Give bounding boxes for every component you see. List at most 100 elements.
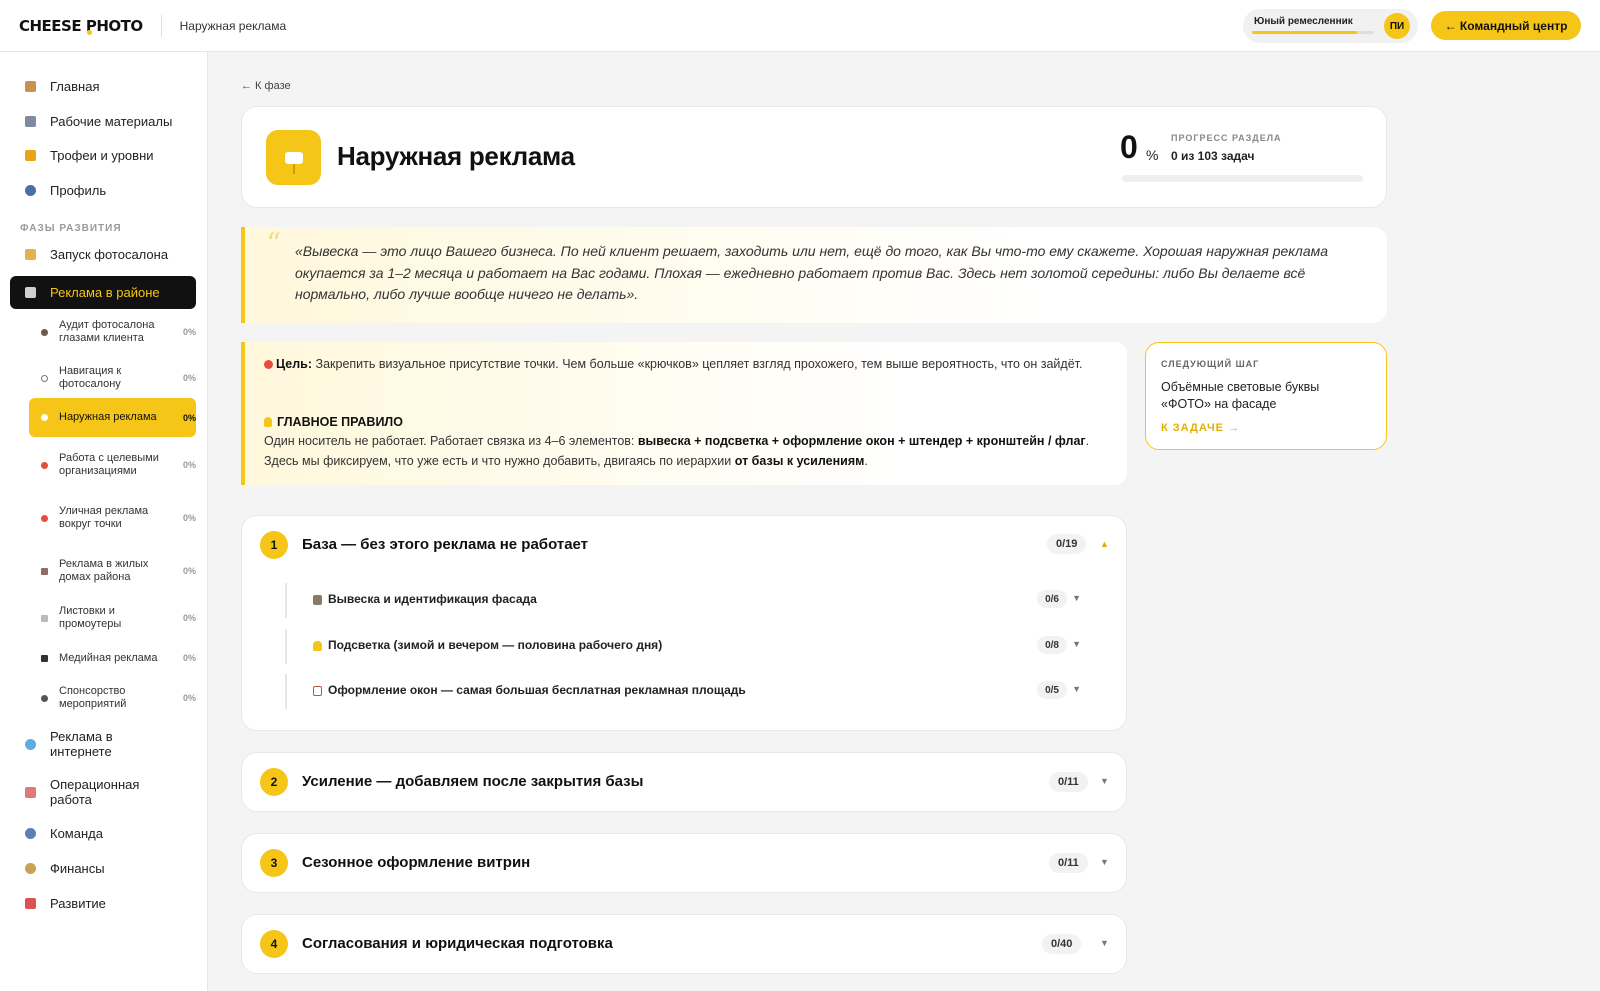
sub-item-flyers[interactable]: Листовки и промоутеры 0%: [29, 604, 196, 632]
next-step-label: СЛЕДУЮЩИЙ ШАГ: [1161, 359, 1260, 369]
rank-progress-bar: [1252, 31, 1374, 34]
sidebar-item-trophies[interactable]: Трофеи и уровни: [10, 145, 196, 165]
stage-title: Согласования и юридическая подготовка: [302, 935, 613, 952]
goal-card: Цель: Закрепить визуальное присутствие т…: [241, 342, 1127, 485]
go-to-task-link[interactable]: К ЗАДАЧЕ →: [1161, 422, 1240, 434]
avatar[interactable]: ПИ: [1384, 13, 1410, 39]
flag-icon: [10, 248, 50, 260]
stage-number: 2: [260, 768, 288, 796]
stage-count-badge: 0/11: [1049, 853, 1088, 873]
rank-pill[interactable]: Юный ремесленник ПИ: [1243, 9, 1418, 43]
chevron-down-icon[interactable]: ▼: [1100, 776, 1109, 786]
stage-title: Сезонное оформление витрин: [302, 854, 531, 871]
stage-number: 4: [260, 930, 288, 958]
sidebar-item-internet-ads[interactable]: Реклама в интернете: [10, 728, 196, 760]
sidebar-item-materials[interactable]: Рабочие материалы: [10, 111, 196, 131]
sub-item-audit[interactable]: Аудит фотосалона глазами клиента 0%: [29, 312, 196, 352]
eye-icon: [29, 328, 59, 336]
rank-name: Юный ремесленник: [1254, 16, 1353, 27]
sidebar-item-local-ads[interactable]: Реклама в районе: [10, 276, 196, 309]
page-title: Наружная реклама: [337, 141, 575, 171]
quote-mark-icon: “: [266, 227, 282, 262]
sidebar-item-development[interactable]: Развитие: [10, 893, 196, 913]
stage-subsection[interactable]: Подсветка (зимой и вечером — половина ра…: [285, 629, 1093, 664]
phases-section-label: ФАЗЫ РАЗВИТИЯ: [20, 223, 122, 234]
signpost-icon: [29, 414, 59, 421]
document-icon: [29, 614, 59, 622]
houses-icon: [29, 567, 59, 575]
stage-number: 3: [260, 849, 288, 877]
target-icon: [29, 461, 59, 469]
progress-count: 0 из 103 задач: [1171, 149, 1255, 163]
next-step-card[interactable]: СЛЕДУЮЩИЙ ШАГ Объёмные световые буквы «Ф…: [1145, 342, 1387, 450]
chevron-down-icon[interactable]: ▼: [1072, 684, 1081, 694]
sub-item-outdoor-ads[interactable]: Наружная реклама 0%: [29, 398, 196, 437]
quote-card: “ «Вывеска — это лицо Вашего бизнеса. По…: [241, 227, 1387, 323]
progress-percent-sign: %: [1146, 147, 1159, 163]
logo-dot: [87, 29, 92, 35]
subsection-count-badge: 0/6: [1037, 590, 1067, 608]
subsection-count-badge: 0/5: [1037, 681, 1067, 699]
progress-label: ПРОГРЕСС РАЗДЕЛА: [1171, 133, 1282, 143]
subsection-count-badge: 0/8: [1037, 636, 1067, 654]
team-icon: [10, 827, 50, 839]
stage-card-3[interactable]: 3 Сезонное оформление витрин 0/11 ▼: [241, 833, 1127, 893]
stage-subsection[interactable]: Вывеска и идентификация фасада 0/6 ▼: [285, 583, 1093, 618]
chevron-down-icon[interactable]: ▼: [1072, 639, 1081, 649]
stage-count-badge: 0/40: [1042, 934, 1082, 954]
sidebar-item-profile[interactable]: Профиль: [10, 180, 196, 200]
stage-card-2[interactable]: 2 Усиление — добавляем после закрытия ба…: [241, 752, 1127, 812]
logo[interactable]: CHEESE PHOTO: [19, 17, 143, 35]
command-center-button[interactable]: ← Командный центр: [1431, 11, 1581, 40]
globe-icon: [10, 738, 50, 750]
compass-icon: [29, 374, 59, 382]
sidebar-item-launch[interactable]: Запуск фотосалона: [10, 244, 196, 264]
section-header-card: Наружная реклама 0 % ПРОГРЕСС РАЗДЕЛА 0 …: [241, 106, 1387, 208]
sidebar-item-finance[interactable]: Финансы: [10, 858, 196, 878]
stage-count-badge: 0/11: [1049, 772, 1088, 792]
chevron-down-icon[interactable]: ▼: [1100, 857, 1109, 867]
rank-progress-fill: [1252, 31, 1357, 34]
sidebar-item-operations[interactable]: Операционная работа: [10, 776, 196, 808]
bulb-icon: [313, 641, 322, 651]
microphone-icon: [29, 694, 59, 702]
bank-icon: [313, 595, 322, 605]
stage-title[interactable]: База — без этого реклама не работает: [302, 536, 588, 553]
folder-icon: [10, 115, 50, 127]
sub-item-media-ads[interactable]: Медийная реклама 0%: [29, 644, 196, 672]
stage-subsection[interactable]: Оформление окон — самая большая бесплатн…: [285, 674, 1093, 709]
stage-card-1: 1 База — без этого реклама не работает 0…: [241, 515, 1127, 731]
stage-card-4[interactable]: 4 Согласования и юридическая подготовка …: [241, 914, 1127, 974]
chevron-down-icon[interactable]: ▼: [1100, 938, 1109, 948]
sidebar-item-home[interactable]: Главная: [10, 76, 196, 96]
back-to-phase-link[interactable]: ← К фазе: [241, 80, 291, 92]
sub-item-street-ads[interactable]: Уличная реклама вокруг точки 0%: [29, 498, 196, 538]
sub-item-residential-ads[interactable]: Реклама в жилых домах района 0%: [29, 551, 196, 591]
goal-line: Цель: Закрепить визуальное присутствие т…: [264, 355, 1114, 375]
rule-heading: ГЛАВНОЕ ПРАВИЛО: [264, 413, 1114, 433]
target-icon: [264, 360, 273, 369]
trophy-icon: [10, 149, 50, 161]
sub-item-sponsorship[interactable]: Спонсорство мероприятий 0%: [29, 684, 196, 712]
stage-title: Усиление — добавляем после закрытия базы: [302, 773, 644, 790]
chart-icon: [10, 786, 50, 798]
sidebar: Главная Рабочие материалы Трофеи и уровн…: [0, 52, 208, 991]
chevron-down-icon[interactable]: ▼: [1072, 593, 1081, 603]
rocket-icon: [10, 897, 50, 909]
sub-item-navigation[interactable]: Навигация к фотосалону 0%: [29, 364, 196, 392]
door-icon: [313, 686, 322, 696]
home-icon: [10, 80, 50, 92]
quote-text: «Вывеска — это лицо Вашего бизнеса. По н…: [295, 243, 1328, 302]
progress-bar: [1122, 175, 1363, 182]
stage-number: 1: [260, 531, 288, 559]
pin-icon: [29, 514, 59, 522]
bulb-icon: [264, 417, 272, 427]
top-divider: [160, 14, 162, 37]
store-icon: [10, 287, 50, 298]
chevron-up-icon[interactable]: ▲: [1100, 539, 1109, 549]
sub-item-target-orgs[interactable]: Работа с целевыми организациями 0%: [29, 445, 196, 485]
rule-text: Один носитель не работает. Работает связ…: [264, 434, 1090, 468]
sidebar-item-team[interactable]: Команда: [10, 823, 196, 843]
tv-icon: [29, 654, 59, 662]
progress-percent: 0: [1120, 129, 1138, 165]
